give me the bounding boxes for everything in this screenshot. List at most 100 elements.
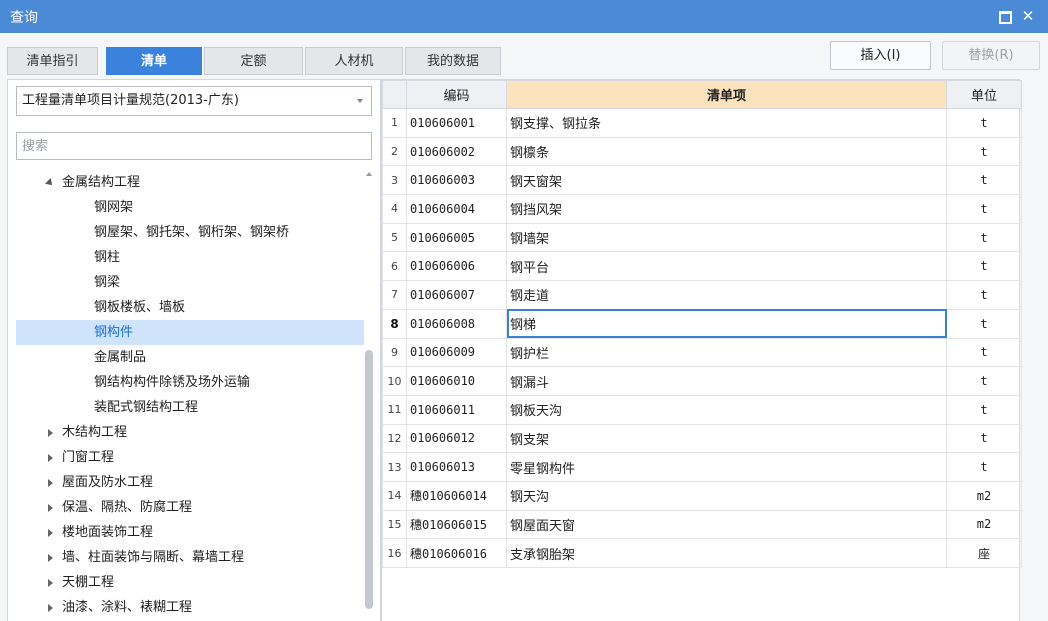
- code-column-header[interactable]: 编码: [406, 80, 507, 109]
- tree-group-item[interactable]: 天棚工程: [16, 570, 364, 595]
- item-name-cell[interactable]: 钢天沟: [506, 480, 947, 511]
- code-cell[interactable]: 010606013: [406, 452, 507, 482]
- table-row[interactable]: 2 010606002 钢檩条 t: [382, 136, 1022, 167]
- tree-group-item[interactable]: 墙、柱面装饰与隔断、幕墙工程: [16, 545, 364, 570]
- tab-list[interactable]: 清单: [106, 47, 202, 75]
- tree-group-item[interactable]: 油漆、涂料、裱糊工程: [16, 595, 364, 620]
- tree-leaf-item[interactable]: 钢柱: [16, 245, 364, 270]
- tree-leaf-item[interactable]: 钢构件: [16, 320, 364, 345]
- tree-collapsed-icon[interactable]: [48, 454, 53, 462]
- tree-collapsed-icon[interactable]: [48, 504, 53, 512]
- table-row[interactable]: 6 010606006 钢平台 t: [382, 251, 1022, 282]
- code-cell[interactable]: 穗010606015: [406, 509, 507, 540]
- item-name-cell[interactable]: 钢屋面天窗: [506, 509, 947, 540]
- tree-group-item[interactable]: 金属结构工程: [16, 170, 364, 195]
- table-row[interactable]: 16 穗010606016 支承钢胎架座: [382, 538, 1022, 568]
- unit-cell[interactable]: t: [946, 194, 1022, 224]
- unit-cell[interactable]: t: [946, 222, 1022, 253]
- item-name-cell[interactable]: 钢支撑、钢拉条: [506, 108, 947, 138]
- code-cell[interactable]: 010606011: [406, 394, 507, 425]
- tab-labor-material-machine[interactable]: 人材机: [305, 47, 403, 75]
- tree-leaf-item[interactable]: 钢网架: [16, 195, 364, 220]
- code-cell[interactable]: 010606012: [406, 423, 507, 454]
- code-cell[interactable]: 010606002: [406, 136, 507, 167]
- tree-group-item[interactable]: 屋面及防水工程: [16, 470, 364, 495]
- replace-button[interactable]: 替换(R): [942, 41, 1040, 70]
- tree-leaf-item[interactable]: 钢屋架、钢托架、钢桁架、钢架桥: [16, 220, 364, 245]
- table-row[interactable]: 10 010606010 钢漏斗 t: [382, 366, 1022, 396]
- item-name-cell[interactable]: 钢平台: [506, 251, 947, 282]
- item-name-cell[interactable]: 钢护栏: [506, 337, 947, 368]
- item-name-cell[interactable]: 钢漏斗: [506, 366, 947, 396]
- scroll-up-icon[interactable]: [366, 172, 372, 176]
- tree-group-item[interactable]: 保温、隔热、防腐工程: [16, 495, 364, 520]
- code-cell[interactable]: 010606005: [406, 222, 507, 253]
- tree-group-item[interactable]: 门窗工程: [16, 445, 364, 470]
- tree-scrollbar[interactable]: [364, 172, 374, 621]
- tree-leaf-item[interactable]: 钢结构构件除锈及场外运输: [16, 370, 364, 395]
- tree-leaf-item[interactable]: 装配式钢结构工程: [16, 395, 364, 420]
- tab-list-guide[interactable]: 清单指引: [7, 47, 98, 75]
- unit-cell[interactable]: t: [946, 165, 1022, 196]
- table-row[interactable]: 12 010606012 钢支架 t: [382, 423, 1022, 454]
- table-row[interactable]: 4 010606004 钢挡风架 t: [382, 194, 1022, 224]
- table-row[interactable]: 3 010606003 钢天窗架 t: [382, 165, 1022, 196]
- close-icon[interactable]: ✕: [1020, 8, 1036, 24]
- tree-collapsed-icon[interactable]: [48, 579, 53, 587]
- table-row[interactable]: 9 010606009 钢护栏 t: [382, 337, 1022, 368]
- table-row[interactable]: 14 穗010606014 钢天沟 m2: [382, 480, 1022, 511]
- unit-cell[interactable]: t: [946, 251, 1022, 282]
- scrollbar-thumb[interactable]: [365, 350, 373, 609]
- table-row[interactable]: 15 穗010606015 钢屋面天窗 m2: [382, 509, 1022, 540]
- item-name-cell[interactable]: 支承钢胎架: [506, 538, 947, 568]
- code-cell[interactable]: 010606007: [406, 280, 507, 310]
- tree-group-item[interactable]: 楼地面装饰工程: [16, 520, 364, 545]
- code-cell[interactable]: 010606003: [406, 165, 507, 196]
- item-name-cell[interactable]: 钢墙架: [506, 222, 947, 253]
- unit-cell[interactable]: m2: [946, 509, 1022, 540]
- table-row[interactable]: 7 010606007 钢走道 t: [382, 280, 1022, 310]
- tree-collapsed-icon[interactable]: [48, 554, 53, 562]
- code-cell[interactable]: 010606009: [406, 337, 507, 368]
- item-name-cell[interactable]: 钢檩条: [506, 136, 947, 167]
- item-name-cell[interactable]: 零星钢构件: [506, 452, 947, 482]
- tree-leaf-item[interactable]: 钢梁: [16, 270, 364, 295]
- search-input[interactable]: [16, 132, 372, 160]
- code-cell[interactable]: 010606006: [406, 251, 507, 282]
- table-row[interactable]: 5 010606005 钢墙架 t: [382, 222, 1022, 253]
- unit-cell[interactable]: t: [946, 452, 1022, 482]
- code-cell[interactable]: 010606010: [406, 366, 507, 396]
- tree-expanded-icon[interactable]: [45, 178, 55, 188]
- code-cell[interactable]: 010606004: [406, 194, 507, 224]
- unit-cell[interactable]: t: [946, 308, 1022, 339]
- tree-collapsed-icon[interactable]: [48, 429, 53, 437]
- table-row[interactable]: 1 010606001 钢支撑、钢拉条 t: [382, 108, 1022, 138]
- item-name-cell[interactable]: 钢走道: [506, 280, 947, 310]
- item-name-cell[interactable]: 钢天窗架: [506, 165, 947, 196]
- unit-cell[interactable]: 座: [946, 538, 1022, 568]
- tree-leaf-item[interactable]: 金属制品: [16, 345, 364, 370]
- unit-cell[interactable]: t: [946, 366, 1022, 396]
- unit-cell[interactable]: t: [946, 337, 1022, 368]
- unit-cell[interactable]: t: [946, 394, 1022, 425]
- tree-collapsed-icon[interactable]: [48, 529, 53, 537]
- tree-collapsed-icon[interactable]: [48, 604, 53, 612]
- code-cell[interactable]: 010606001: [406, 108, 507, 138]
- item-name-cell[interactable]: 钢板天沟: [506, 394, 947, 425]
- code-cell[interactable]: 穗010606016: [406, 538, 507, 568]
- restore-icon[interactable]: [996, 8, 1012, 24]
- code-cell[interactable]: 010606008: [406, 308, 507, 339]
- tab-my-data[interactable]: 我的数据: [405, 47, 501, 75]
- tree-collapsed-icon[interactable]: [48, 479, 53, 487]
- table-row[interactable]: 11 010606011 钢板天沟 t: [382, 394, 1022, 425]
- item-name-cell[interactable]: 钢挡风架: [506, 194, 947, 224]
- table-row[interactable]: 8 010606008 钢梯 t: [382, 308, 1022, 339]
- unit-cell[interactable]: t: [946, 136, 1022, 167]
- unit-cell[interactable]: t: [946, 280, 1022, 310]
- code-cell[interactable]: 穗010606014: [406, 480, 507, 511]
- unit-cell[interactable]: t: [946, 108, 1022, 138]
- item-column-header[interactable]: 清单项: [506, 80, 947, 109]
- item-name-cell[interactable]: 钢梯: [506, 308, 947, 339]
- unit-column-header[interactable]: 单位: [946, 80, 1022, 109]
- unit-cell[interactable]: m2: [946, 480, 1022, 511]
